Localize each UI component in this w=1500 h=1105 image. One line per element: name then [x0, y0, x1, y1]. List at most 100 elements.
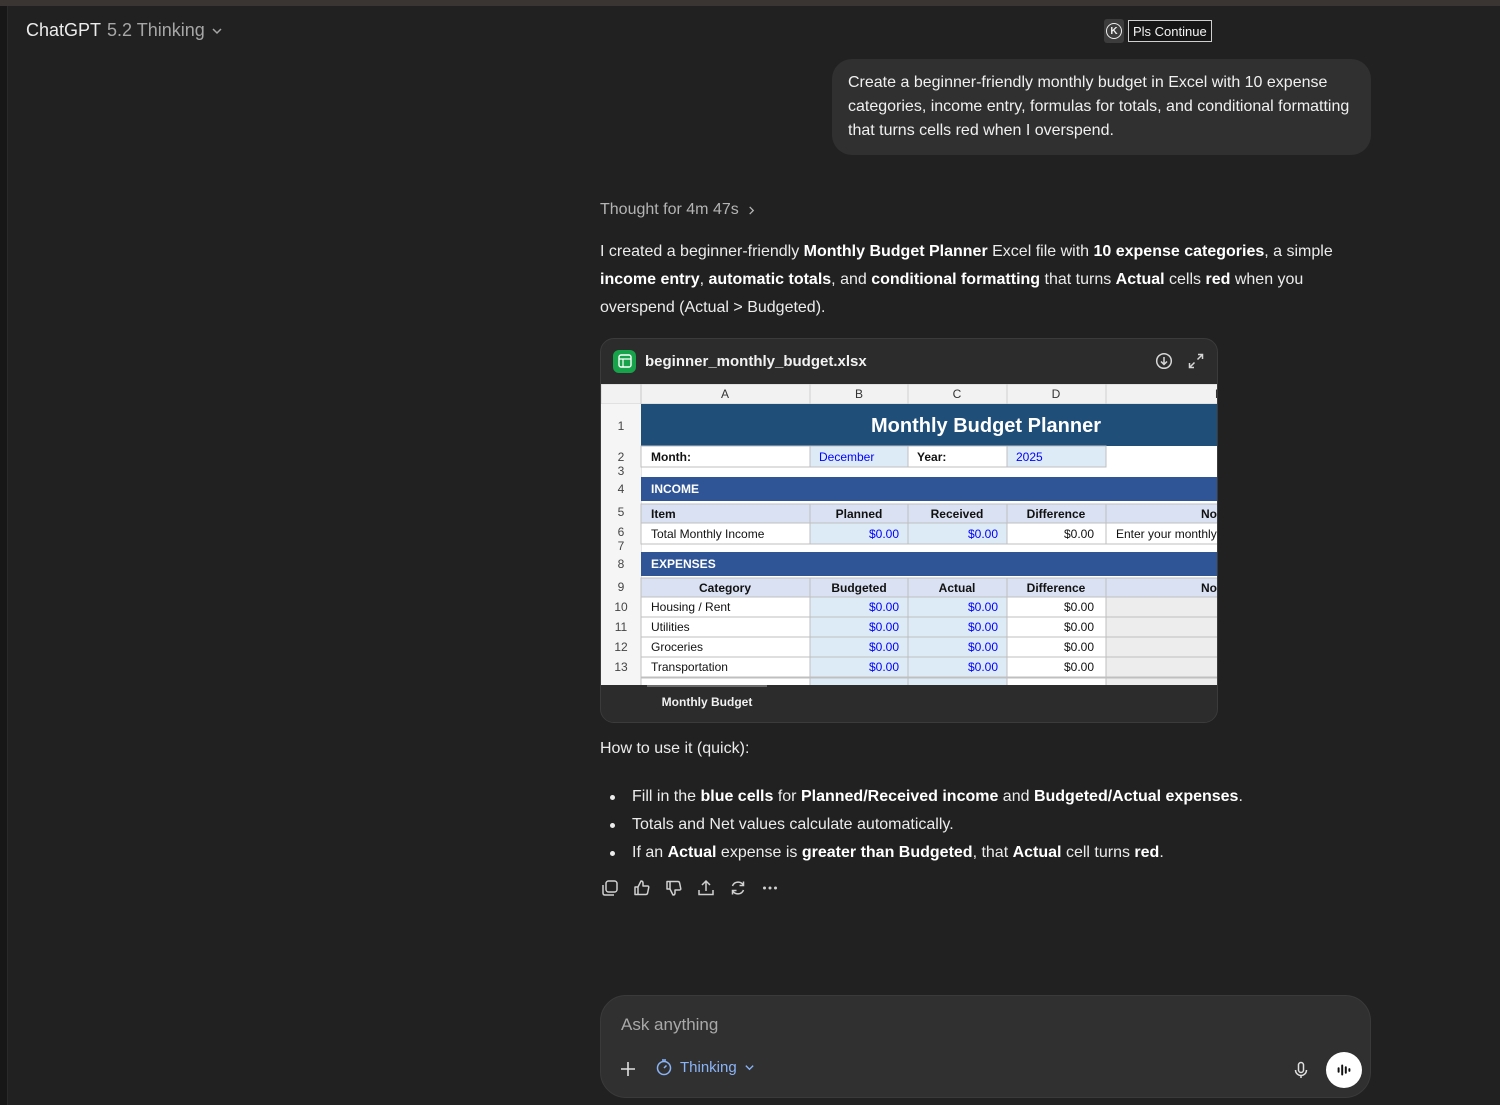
model-name: ChatGPT [26, 20, 102, 40]
file-preview-card: beginner_monthly_budget.xlsx A B C D E [600, 338, 1218, 723]
col-a-header: A [721, 387, 729, 401]
bold-text: red [1134, 844, 1160, 861]
window-top-bar [0, 0, 1500, 6]
text-fragment: cells [1164, 271, 1206, 288]
year-value: 2025 [1016, 450, 1043, 464]
download-icon[interactable] [1155, 352, 1173, 370]
expense-col-actual: Actual [939, 581, 976, 595]
text-fragment: . [1159, 844, 1164, 861]
row-number: 5 [618, 505, 625, 519]
howto-bullet: Totals and Net values calculate automati… [600, 811, 1370, 839]
prompt-input[interactable] [621, 1014, 1321, 1036]
thought-toggle[interactable]: Thought for 4m 47s [600, 201, 756, 219]
plus-icon [621, 1062, 635, 1076]
col-d-header: D [1052, 387, 1061, 401]
user-message: Create a beginner-friendly monthly budge… [832, 59, 1371, 155]
text-fragment: , and [831, 271, 872, 288]
copy-icon[interactable] [600, 878, 620, 898]
chevron-right-icon [749, 205, 754, 215]
expense-difference: $0.00 [1064, 620, 1094, 634]
col-e-header: E [1215, 387, 1218, 401]
row-number: 9 [618, 580, 625, 594]
spreadsheet-icon [613, 349, 636, 373]
expense-actual: $0.00 [968, 640, 998, 654]
sidebar-edge [0, 6, 8, 1105]
income-planned: $0.00 [869, 527, 899, 541]
bold-text: Actual [1012, 844, 1062, 861]
model-selector[interactable]: ChatGPT 5.2 Thinking [26, 20, 223, 41]
cell [1105, 616, 1217, 638]
thought-label: Thought for 4m 47s [600, 201, 739, 218]
bold-text: income entry [600, 271, 700, 288]
timer-icon [656, 1059, 672, 1076]
bold-text: Budgeted/Actual expenses [1033, 788, 1239, 805]
file-name[interactable]: beginner_monthly_budget.xlsx [645, 353, 1146, 370]
extension-k-icon[interactable]: K [1104, 19, 1124, 43]
bold-text: Actual [667, 844, 717, 861]
howto-bullet: Fill in the blue cells for Planned/Recei… [600, 783, 1370, 811]
bold-text: red [1205, 271, 1231, 288]
voice-mode-button[interactable] [1326, 1052, 1362, 1088]
thinking-mode-label: Thinking [680, 1058, 737, 1076]
expense-category: Housing / Rent [651, 600, 731, 614]
expense-actual: $0.00 [968, 660, 998, 674]
expense-category: Utilities [651, 620, 690, 634]
expense-actual: $0.00 [968, 620, 998, 634]
microphone-button[interactable] [1291, 1060, 1311, 1080]
voice-waveform-icon [1337, 1064, 1351, 1076]
expense-col-notes: No [1201, 581, 1217, 595]
microphone-icon [1294, 1061, 1308, 1078]
text-fragment: Fill in the [632, 788, 701, 805]
spreadsheet-preview[interactable]: A B C D E 1 2 3 4 5 6 7 8 9 10 11 [601, 384, 1218, 685]
regenerate-icon[interactable] [728, 878, 748, 898]
expense-col-budgeted: Budgeted [831, 581, 886, 595]
income-col-notes: No [1201, 507, 1217, 521]
row-number: 8 [618, 557, 625, 571]
row-number: 12 [614, 640, 628, 654]
message-actions [600, 878, 780, 898]
share-icon[interactable] [696, 878, 716, 898]
expense-difference: $0.00 [1064, 600, 1094, 614]
cell [1105, 636, 1217, 658]
expense-budgeted: $0.00 [869, 640, 899, 654]
row-number: 4 [618, 482, 625, 496]
income-received: $0.00 [968, 527, 998, 541]
row-number: 7 [618, 539, 625, 553]
spreadsheet-grid: A B C D E 1 2 3 4 5 6 7 8 9 10 11 [601, 384, 1218, 685]
income-item: Total Monthly Income [651, 527, 765, 541]
expenses-header: EXPENSES [651, 557, 716, 571]
expense-col-category: Category [699, 581, 751, 595]
add-attachment-button[interactable] [617, 1058, 639, 1080]
expense-col-difference: Difference [1027, 581, 1086, 595]
cell [1105, 596, 1217, 618]
income-header: INCOME [651, 482, 699, 496]
sheet-tab-monthly-budget[interactable]: Monthly Budget [647, 685, 767, 717]
year-label: Year: [917, 450, 946, 464]
text-fragment: . [1238, 788, 1243, 805]
text-fragment: expense is [716, 844, 802, 861]
pls-continue-button[interactable]: Pls Continue [1128, 20, 1212, 42]
file-header: beginner_monthly_budget.xlsx [601, 339, 1217, 383]
income-difference: $0.00 [1064, 527, 1094, 541]
bold-text: Planned/Received income [800, 788, 999, 805]
expense-actual: $0.00 [968, 600, 998, 614]
model-version: 5.2 Thinking [107, 20, 205, 40]
text-fragment: If an [632, 844, 668, 861]
expense-category: Groceries [651, 640, 703, 654]
month-label: Month: [651, 450, 691, 464]
bold-text: Monthly Budget Planner [803, 243, 988, 260]
bold-text: automatic totals [708, 271, 832, 288]
text-fragment: I created a beginner-friendly [600, 243, 804, 260]
thumbs-up-icon[interactable] [632, 878, 652, 898]
sheet-title: Monthly Budget Planner [871, 415, 1101, 437]
expand-icon[interactable] [1187, 352, 1205, 370]
thinking-mode-button[interactable]: Thinking [655, 1058, 755, 1076]
bold-text: 10 expense categories [1093, 243, 1265, 260]
thumbs-down-icon[interactable] [664, 878, 684, 898]
more-icon[interactable] [760, 878, 780, 898]
row-number: 6 [618, 525, 625, 539]
text-fragment: cell turns [1061, 844, 1135, 861]
chevron-down-icon [212, 27, 222, 34]
extension-badge: K Pls Continue [1104, 19, 1212, 43]
col-c-header: C [953, 387, 962, 401]
